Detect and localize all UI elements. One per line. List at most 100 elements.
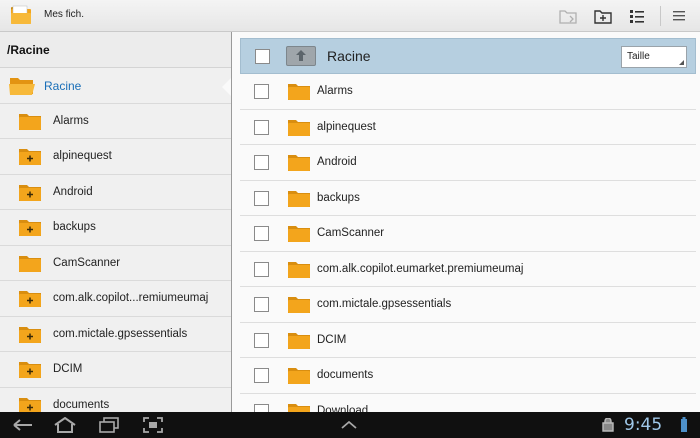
file-row[interactable]: DCIM <box>240 323 696 358</box>
tree-item[interactable]: backups <box>0 210 232 246</box>
recent-apps-button[interactable] <box>94 415 124 435</box>
file-row[interactable]: alpinequest <box>240 110 696 145</box>
back-button[interactable] <box>8 415 38 435</box>
file-list-pane: Racine Taille Alarms alpinequest Android ba… <box>232 32 700 412</box>
tree-item[interactable]: Alarms <box>0 104 232 139</box>
folder-icon <box>19 255 41 272</box>
folder-expandable-icon <box>19 326 41 343</box>
back-icon <box>13 419 32 431</box>
tree-item[interactable]: documents <box>0 388 232 412</box>
tree-item-label: backups <box>53 221 96 233</box>
select-all-checkbox[interactable] <box>255 49 270 64</box>
folder-expandable-icon <box>19 220 41 236</box>
row-checkbox[interactable] <box>254 403 269 412</box>
current-path: /Racine <box>0 32 232 68</box>
file-row[interactable]: backups <box>240 181 696 216</box>
row-checkbox[interactable] <box>254 261 269 277</box>
folder-expandable-icon <box>19 184 41 201</box>
tree-item-root[interactable]: Racine <box>0 68 232 104</box>
row-checkbox[interactable] <box>254 84 269 99</box>
folder-icon <box>288 226 310 242</box>
screenshot-button[interactable] <box>138 415 168 435</box>
folder-icon <box>288 155 310 171</box>
file-row[interactable]: Download <box>240 394 696 413</box>
folder-icon <box>288 297 310 313</box>
folder-icon <box>288 190 310 207</box>
folder-expandable-icon <box>19 362 41 378</box>
tree-item-label: alpinequest <box>53 150 112 162</box>
row-checkbox[interactable] <box>254 332 269 348</box>
file-name: Download <box>317 404 369 413</box>
app-title: Mes fich. <box>44 9 85 20</box>
tree-item-label: Racine <box>44 79 82 93</box>
file-name: com.mictale.gpsessentials <box>317 298 452 310</box>
file-name: DCIM <box>317 333 347 346</box>
status-indicators[interactable] <box>672 415 696 435</box>
file-row[interactable]: documents <box>240 358 696 394</box>
open-folder-icon <box>9 78 35 95</box>
tree-item[interactable]: com.alk.copilot...remiumeumaj <box>0 281 232 317</box>
app-menu-button[interactable] <box>334 415 364 435</box>
actionbar-divider <box>660 6 661 26</box>
folder-expandable-icon <box>19 397 41 412</box>
tree-item-label: DCIM <box>53 363 83 375</box>
home-icon <box>54 417 76 433</box>
file-row[interactable]: com.alk.copilot.eumarket.premiumeumaj <box>240 252 696 287</box>
system-bar: 9:45 <box>0 412 700 438</box>
tree-item[interactable]: alpinequest <box>0 139 232 175</box>
tree-item[interactable]: CamScanner <box>0 246 232 281</box>
tree-item-label: com.mictale.gpsessentials <box>53 327 188 340</box>
folder-title: Racine <box>327 48 371 64</box>
battery-icon <box>681 417 687 432</box>
store-notification-icon <box>602 418 614 432</box>
folder-icon <box>288 84 310 100</box>
new-folder-icon <box>594 10 612 24</box>
parent-folder-button[interactable] <box>286 46 316 66</box>
app-folder-icon[interactable] <box>10 5 32 25</box>
sort-dropdown[interactable]: Taille <box>621 46 687 68</box>
screenshot-icon <box>143 417 163 433</box>
folder-icon <box>288 332 310 349</box>
recent-apps-icon <box>99 417 119 433</box>
up-arrow-icon <box>296 50 306 61</box>
file-name: alpinequest <box>317 120 376 133</box>
list-view-icon <box>630 10 644 23</box>
new-folder-button[interactable] <box>590 4 616 28</box>
notification-area[interactable] <box>598 415 618 435</box>
dropdown-arrow-icon <box>679 60 684 65</box>
file-name: backups <box>317 191 360 204</box>
file-row[interactable]: Android <box>240 145 696 181</box>
overflow-menu-icon <box>673 11 685 21</box>
tree-item[interactable]: Android <box>0 175 232 210</box>
file-name: Alarms <box>317 85 353 97</box>
folder-icon <box>288 261 310 278</box>
tree-item-label: CamScanner <box>53 256 121 269</box>
row-checkbox[interactable] <box>254 190 269 206</box>
file-name: com.alk.copilot.eumarket.premiumeumaj <box>317 262 524 275</box>
folder-icon <box>288 403 310 412</box>
folder-tree-list: Alarms alpinequest Android backups CamScanne… <box>0 104 232 412</box>
row-checkbox[interactable] <box>254 297 269 312</box>
row-checkbox[interactable] <box>254 119 269 135</box>
action-bar: Mes fich. <box>0 0 700 32</box>
folder-icon <box>288 368 310 384</box>
row-checkbox[interactable] <box>254 226 269 241</box>
tree-item[interactable]: com.mictale.gpsessentials <box>0 317 232 352</box>
clock[interactable]: 9:45 <box>624 415 662 435</box>
row-checkbox[interactable] <box>254 155 269 170</box>
folder-expandable-icon <box>19 291 41 307</box>
home-button[interactable] <box>50 415 80 435</box>
tree-item[interactable]: DCIM <box>0 352 232 388</box>
tree-item-label: Android <box>53 185 93 198</box>
folder-move-icon <box>559 10 577 24</box>
tree-item-label: documents <box>53 398 110 411</box>
file-row[interactable]: Alarms <box>240 74 696 110</box>
overflow-menu-button[interactable] <box>666 4 692 28</box>
folder-tree-pane: /Racine Racine Alarms alpinequest Android b… <box>0 32 232 412</box>
file-name: Android <box>317 156 357 168</box>
move-folder-button[interactable] <box>555 4 581 28</box>
file-row[interactable]: CamScanner <box>240 216 696 252</box>
file-row[interactable]: com.mictale.gpsessentials <box>240 287 696 323</box>
row-checkbox[interactable] <box>254 368 269 383</box>
list-view-button[interactable] <box>624 4 650 28</box>
